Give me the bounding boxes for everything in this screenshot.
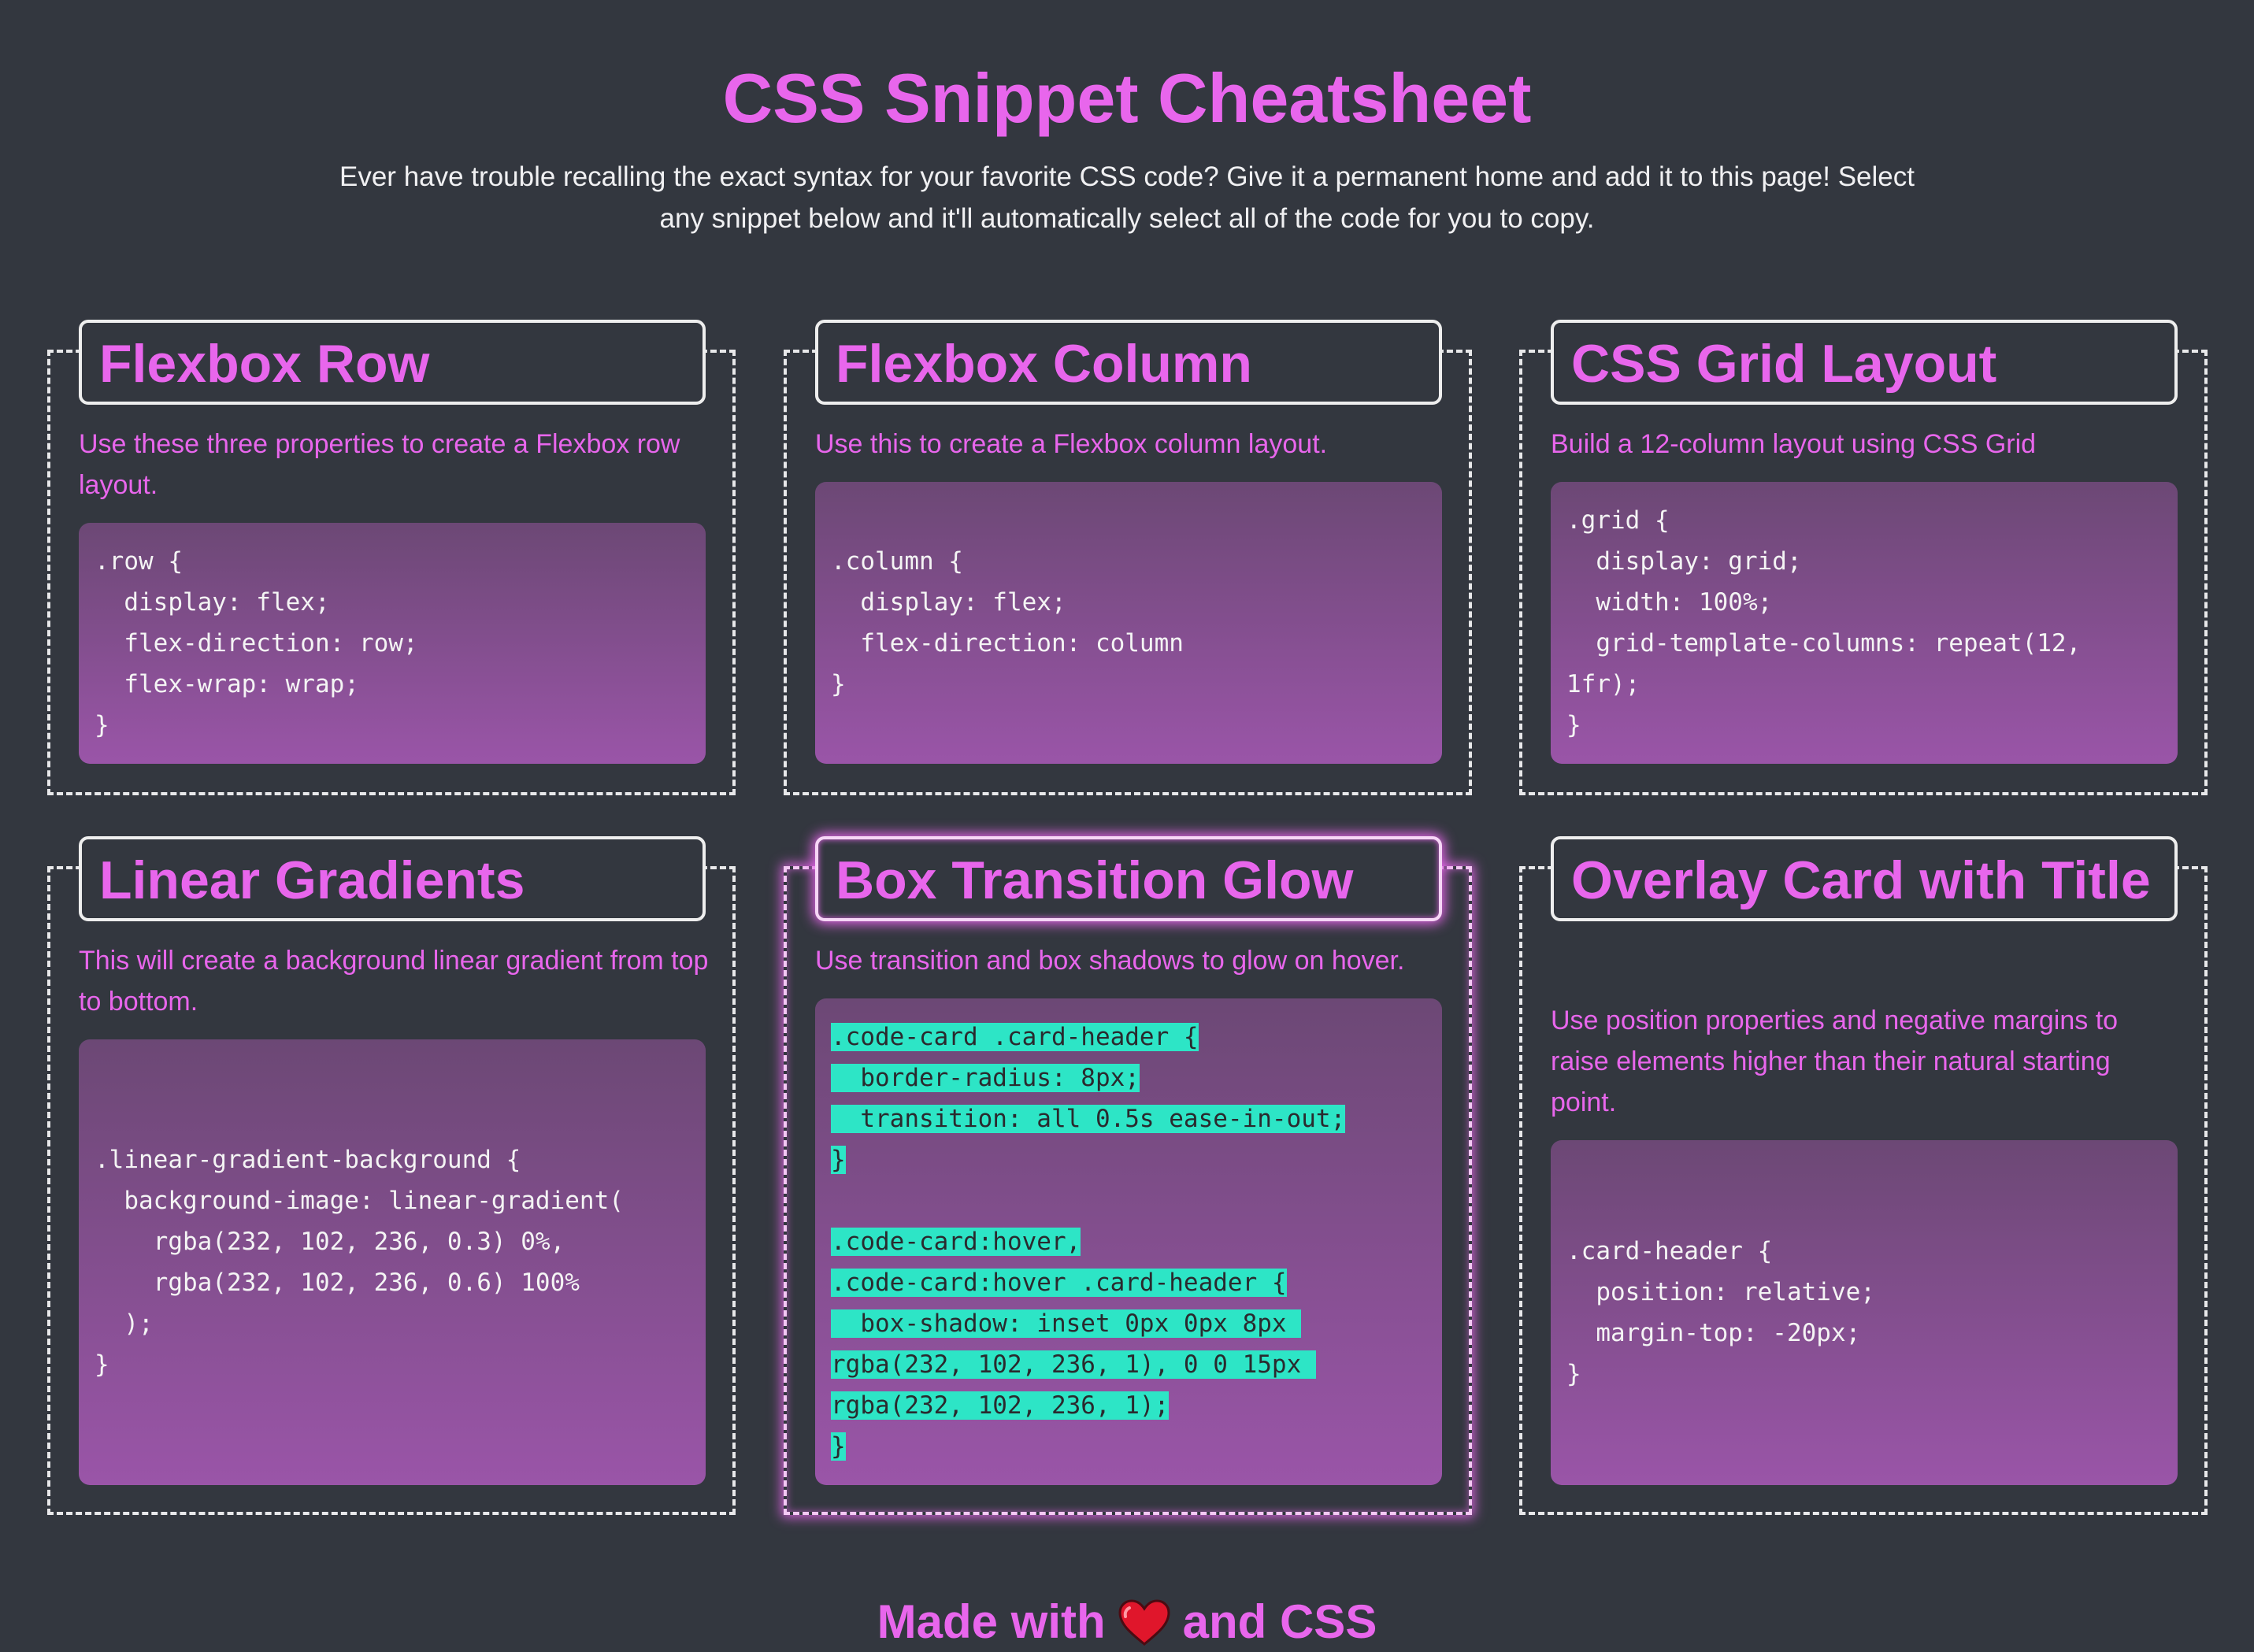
- code-card-box-transition-glow[interactable]: Box Transition Glow Use transition and b…: [784, 836, 1472, 1515]
- card-description: Use transition and box shadows to glow o…: [815, 946, 1405, 976]
- code-text[interactable]: .linear-gradient-background { background…: [95, 1139, 690, 1385]
- code-text[interactable]: .code-card .card-header { border-radius:…: [831, 1017, 1426, 1467]
- page: CSS Snippet Cheatsheet Ever have trouble…: [0, 0, 2254, 1652]
- card-description: Use position properties and negative mar…: [1551, 1006, 2119, 1117]
- card-header: Flexbox Row: [79, 320, 706, 405]
- card-header: Linear Gradients: [79, 836, 706, 921]
- code-snippet[interactable]: .linear-gradient-background { background…: [79, 1039, 706, 1485]
- code-card-linear-gradients[interactable]: Linear Gradients This will create a back…: [47, 836, 736, 1515]
- code-text[interactable]: .row { display: flex; flex-direction: ro…: [95, 541, 690, 746]
- code-text[interactable]: .grid { display: grid; width: 100%; grid…: [1566, 500, 2162, 746]
- code-text[interactable]: .column { display: flex; flex-direction:…: [831, 541, 1426, 705]
- code-snippet[interactable]: .row { display: flex; flex-direction: ro…: [79, 523, 706, 764]
- card-description: Build a 12-column layout using CSS Grid: [1551, 429, 2037, 459]
- card-header: Box Transition Glow: [815, 836, 1442, 921]
- card-description: Use these three properties to create a F…: [79, 429, 680, 500]
- page-title: CSS Snippet Cheatsheet: [722, 59, 1532, 137]
- code-card-flexbox-row[interactable]: Flexbox Row Use these three properties t…: [47, 320, 736, 795]
- code-card-css-grid-layout[interactable]: CSS Grid Layout Build a 12-column layout…: [1519, 320, 2208, 795]
- footer-suffix: and CSS: [1182, 1595, 1377, 1648]
- footer: Made with and CSS: [0, 1591, 2254, 1652]
- code-text[interactable]: .card-header { position: relative; margi…: [1566, 1231, 2162, 1395]
- selected-code-text[interactable]: .code-card .card-header { border-radius:…: [831, 1023, 1346, 1461]
- code-card-overlay-card-with-title[interactable]: Overlay Card with Title Use position pro…: [1519, 836, 2208, 1515]
- card-description: This will create a background linear gra…: [79, 946, 709, 1017]
- card-description: Use this to create a Flexbox column layo…: [815, 429, 1328, 459]
- page-intro: Ever have trouble recalling the exact sy…: [339, 161, 1915, 234]
- code-card-flexbox-column[interactable]: Flexbox Column Use this to create a Flex…: [784, 320, 1472, 795]
- footer-prefix: Made with: [877, 1595, 1106, 1648]
- heart-icon: [1117, 1598, 1172, 1652]
- card-header: CSS Grid Layout: [1551, 320, 2178, 405]
- code-snippet[interactable]: .code-card .card-header { border-radius:…: [815, 998, 1442, 1485]
- card-header: Overlay Card with Title: [1551, 836, 2178, 921]
- code-snippet[interactable]: .column { display: flex; flex-direction:…: [815, 482, 1442, 764]
- code-snippet[interactable]: .grid { display: grid; width: 100%; grid…: [1551, 482, 2178, 764]
- code-snippet[interactable]: .card-header { position: relative; margi…: [1551, 1140, 2178, 1485]
- card-header: Flexbox Column: [815, 320, 1442, 405]
